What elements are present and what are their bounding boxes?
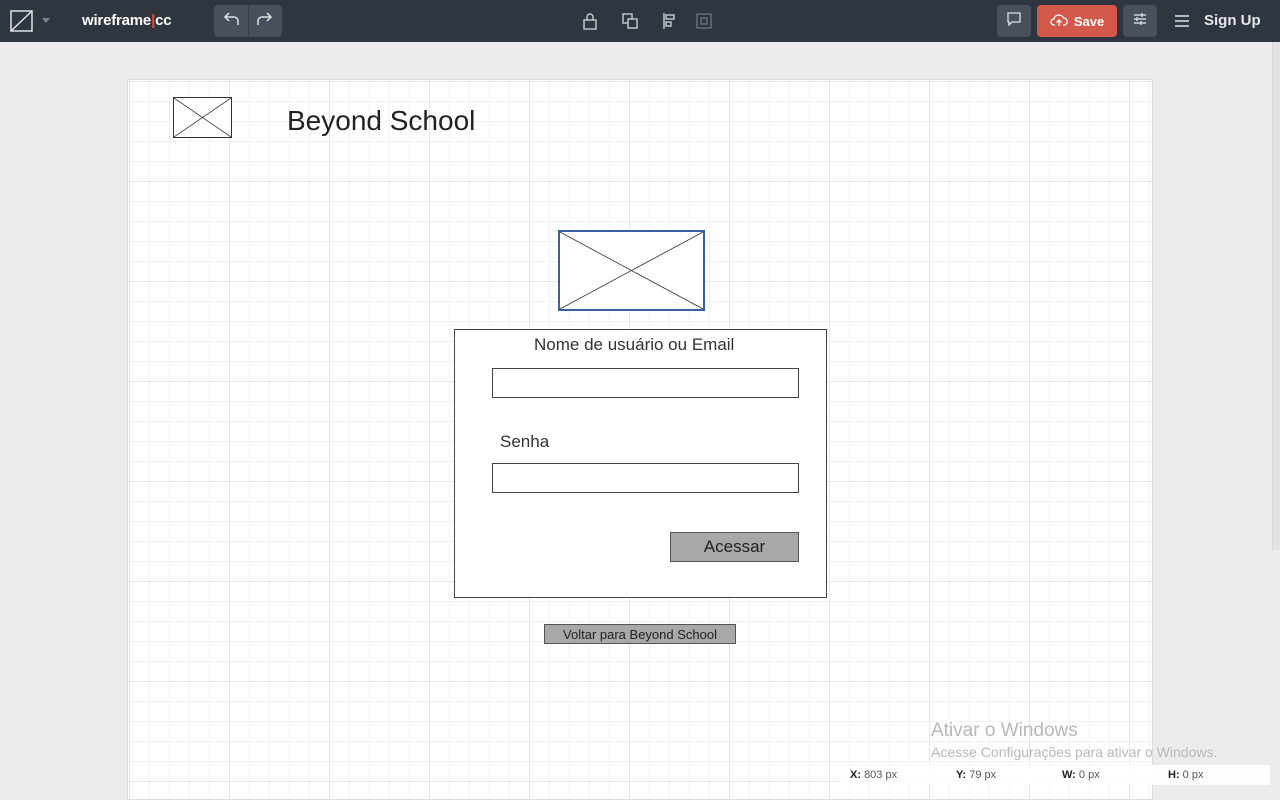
x-readout: X: 803 px	[850, 769, 897, 781]
comment-button[interactable]	[997, 5, 1031, 37]
settings-button[interactable]	[1123, 5, 1157, 37]
password-input[interactable]	[492, 463, 799, 493]
undo-redo-group	[214, 5, 282, 37]
w-label: W:	[1062, 769, 1076, 781]
status-bar: X: 803 px Y: 79 px W: 0 px H: 0 px	[840, 765, 1270, 785]
username-label: Nome de usuário ou Email	[534, 335, 735, 354]
vertical-scrollbar[interactable]	[1272, 42, 1280, 550]
w-value: 0 px	[1078, 769, 1100, 781]
undo-icon	[223, 11, 241, 32]
redo-icon	[255, 11, 273, 32]
settings-sliders-icon	[1132, 11, 1148, 32]
image-placeholder-logo[interactable]	[173, 97, 232, 138]
lock-icon[interactable]	[580, 11, 600, 31]
windows-activation-title: Ativar o Windows	[931, 720, 1078, 741]
h-label: H:	[1168, 769, 1180, 781]
windows-activation-subtitle: Acesse Configurações para ativar o Windo…	[931, 744, 1218, 760]
chevron-down-icon[interactable]	[42, 18, 50, 23]
y-readout: Y: 79 px	[956, 769, 996, 781]
brand-suffix: cc	[155, 12, 172, 29]
cloud-upload-icon	[1050, 13, 1068, 30]
h-readout: H: 0 px	[1168, 769, 1203, 781]
brand-text: wireframe	[82, 12, 152, 29]
x-label: X:	[850, 769, 861, 781]
y-value: 79 px	[969, 769, 997, 781]
page-title[interactable]: Beyond School	[287, 105, 475, 137]
w-readout: W: 0 px	[1062, 769, 1100, 781]
align-icon[interactable]	[660, 11, 680, 31]
username-input[interactable]	[492, 368, 799, 398]
h-value: 0 px	[1182, 769, 1204, 781]
y-label: Y:	[956, 769, 967, 781]
group-icon[interactable]	[694, 11, 714, 31]
sign-up-link[interactable]: Sign Up	[1204, 12, 1261, 29]
wireframe-logo-icon[interactable]	[10, 10, 33, 32]
redo-button[interactable]	[248, 5, 280, 37]
comment-icon	[1006, 11, 1022, 32]
brand-logo[interactable]: wireframe|cc	[82, 12, 172, 29]
image-placeholder-hero[interactable]	[558, 230, 705, 311]
save-label: Save	[1073, 13, 1105, 29]
save-button[interactable]: Save	[1037, 5, 1117, 37]
x-value: 803 px	[864, 769, 898, 781]
top-toolbar: wireframe|cc Save Sign Up	[0, 0, 1280, 42]
undo-button[interactable]	[216, 5, 248, 37]
password-label: Senha	[500, 432, 550, 451]
duplicate-icon[interactable]	[620, 11, 640, 31]
hamburger-menu-icon[interactable]	[1172, 11, 1192, 31]
access-button[interactable]: Acessar	[670, 532, 799, 562]
back-button[interactable]: Voltar para Beyond School	[544, 624, 736, 644]
